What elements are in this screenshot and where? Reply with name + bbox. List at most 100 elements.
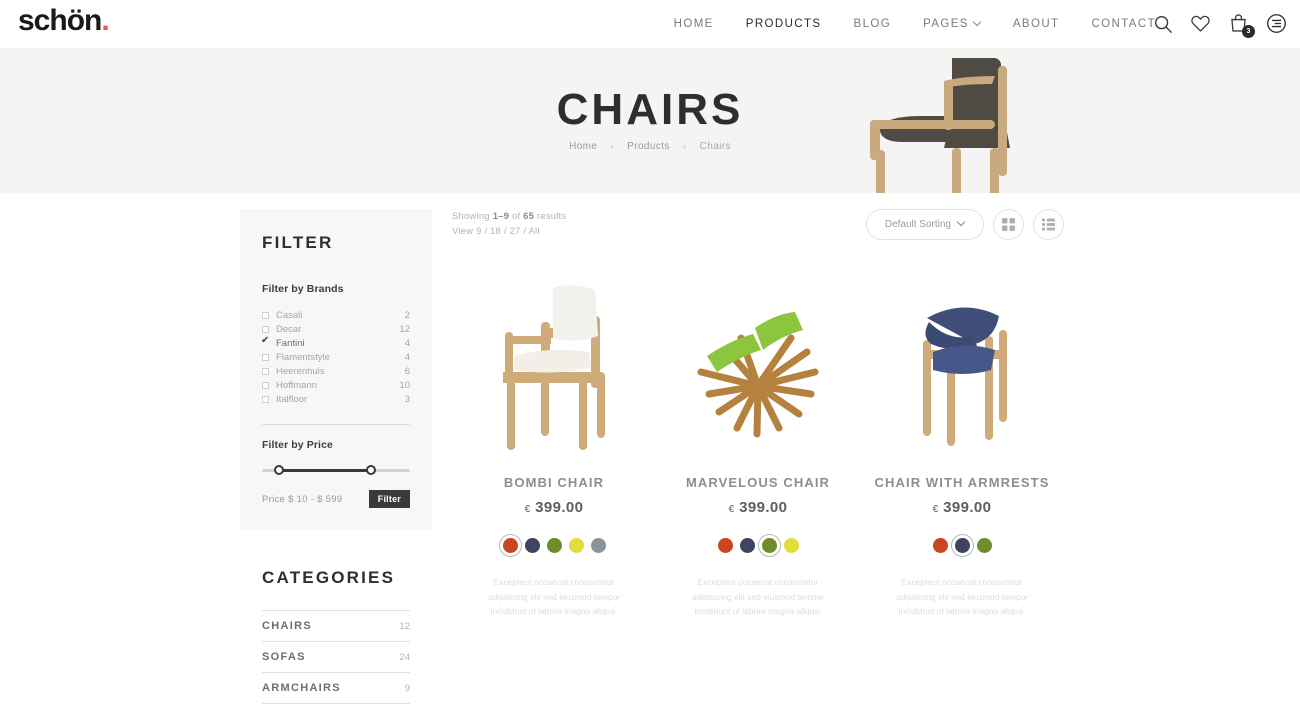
brand-filter-heerenhuis[interactable]: Heerenhuis 6 — [262, 364, 410, 378]
price-range-text: Price $ 10 - $ 599 — [262, 493, 343, 505]
brand-filter-casali[interactable]: Casali 2 — [262, 308, 410, 322]
brand-filter-italfloor[interactable]: Italfloor 3 — [262, 392, 410, 406]
results-mid: of — [509, 211, 524, 222]
brand-filter-fantini[interactable]: Fantini 4 — [261, 335, 410, 350]
product-name[interactable]: BOMBI CHAIR — [452, 475, 656, 490]
list-view-button[interactable] — [1033, 209, 1064, 240]
product-card-marvelous-chair[interactable]: MARVELOUS CHAIR € 399.00 Excepteur occae… — [656, 271, 860, 619]
breadcrumb-home[interactable]: Home — [569, 141, 597, 152]
filter-heading: FILTER — [262, 233, 334, 252]
wishlist-heart-icon[interactable] — [1190, 13, 1212, 35]
category-name: ARMCHAIRS — [262, 682, 341, 694]
breadcrumb-products[interactable]: Products — [627, 141, 670, 152]
brand-count: 3 — [404, 393, 410, 405]
checkbox-icon[interactable] — [262, 311, 269, 319]
header-icon-group: 3 — [1152, 0, 1288, 48]
brand-filter-decar[interactable]: Decar 12 — [262, 322, 410, 336]
checkbox-icon[interactable] — [262, 353, 269, 361]
color-swatch-red[interactable] — [498, 534, 522, 557]
breadcrumb-current: Chairs — [699, 141, 731, 152]
product-name[interactable]: CHAIR WITH ARMRESTS — [860, 475, 1064, 490]
grid-view-button[interactable] — [993, 209, 1024, 240]
category-count: 9 — [404, 682, 410, 694]
brand-name: Decar — [276, 323, 302, 335]
nav-item-pages[interactable]: PAGES — [907, 18, 997, 30]
breadcrumb-separator-2: › — [683, 141, 687, 151]
color-swatch-navy[interactable] — [739, 538, 755, 553]
product-color-swatches — [656, 534, 860, 557]
product-image-bombi-chair[interactable] — [452, 271, 656, 451]
color-swatch-olive[interactable] — [757, 534, 781, 557]
product-currency: € — [932, 504, 939, 515]
color-swatch-gray[interactable] — [590, 538, 606, 553]
checkbox-icon[interactable] — [262, 395, 269, 403]
chevron-down-icon — [958, 219, 965, 226]
site-logo[interactable]: schön. — [18, 4, 110, 38]
sort-dropdown[interactable]: Default Sorting — [865, 209, 984, 240]
product-color-swatches — [452, 534, 656, 557]
category-item-chairs[interactable]: CHAIRS 12 — [262, 610, 410, 641]
color-swatch-navy[interactable] — [950, 534, 974, 557]
sidebar: FILTER Filter by Brands Casali 2 Decar 1… — [240, 209, 432, 704]
results-suffix: results — [534, 211, 567, 222]
bombi-chair-photo — [503, 285, 605, 450]
product-currency: € — [728, 504, 735, 515]
brand-filter-flamentstyle[interactable]: Flamentstyle 4 — [262, 350, 410, 364]
checkbox-icon[interactable] — [262, 367, 269, 375]
nav-item-products[interactable]: PRODUCTS — [730, 18, 838, 30]
menu-circle-icon[interactable] — [1266, 13, 1288, 35]
product-description: Excepteur occaecat consectetur adipisici… — [691, 577, 825, 616]
product-image-marvelous-chair[interactable] — [656, 271, 860, 451]
category-item-armchairs[interactable]: ARMCHAIRS 9 — [262, 672, 410, 703]
results-total: 65 — [523, 211, 535, 222]
color-swatch-red[interactable] — [717, 538, 733, 553]
filter-brands-label: Filter by Brands — [262, 283, 344, 295]
slider-handle-min[interactable] — [274, 465, 284, 475]
color-swatch-red[interactable] — [932, 538, 948, 553]
color-swatch-navy[interactable] — [524, 538, 540, 553]
brand-name: Italfloor — [276, 393, 308, 405]
search-icon[interactable] — [1152, 13, 1174, 35]
product-name[interactable]: MARVELOUS CHAIR — [656, 475, 860, 490]
slider-fill — [276, 469, 374, 472]
breadcrumb: Home › Products › Chairs — [0, 141, 1300, 152]
price-filter-row: Price $ 10 - $ 599 Filter — [262, 490, 410, 508]
nav-item-about[interactable]: ABOUT — [997, 18, 1076, 30]
category-name: SOFAS — [262, 651, 306, 663]
product-currency: € — [524, 504, 531, 515]
nav-item-blog[interactable]: BLOG — [838, 18, 908, 30]
color-swatch-yellow[interactable] — [783, 538, 799, 553]
listing-tools: Default Sorting — [865, 209, 1064, 240]
product-image-chair-with-armrests[interactable] — [860, 271, 1064, 451]
product-card-chair-with-armrests[interactable]: CHAIR WITH ARMRESTS € 399.00 Excepteur o… — [860, 271, 1064, 619]
filter-button[interactable]: Filter — [368, 490, 410, 508]
categories-panel: CATEGORIES CHAIRS 12 SOFAS 24 ARMCHAIRS … — [240, 546, 432, 704]
site-header: schön. HOME PRODUCTS BLOG PAGES ABOUT CO… — [0, 0, 1300, 48]
color-swatch-olive[interactable] — [976, 538, 992, 553]
category-name: CHAIRS — [262, 620, 312, 632]
brand-count: 4 — [404, 351, 410, 363]
sort-dropdown-label: Default Sorting — [884, 219, 951, 230]
breadcrumb-separator-1: › — [610, 141, 614, 151]
slider-handle-max[interactable] — [366, 465, 376, 475]
price-range-slider[interactable] — [262, 464, 410, 476]
checkbox-icon[interactable] — [262, 325, 269, 333]
results-range: 1–9 — [492, 211, 510, 222]
product-price: € 399.00 — [860, 499, 1064, 516]
color-swatch-olive[interactable] — [546, 538, 562, 553]
product-card-bombi-chair[interactable]: BOMBI CHAIR € 399.00 Excepteur occaecat … — [452, 271, 656, 619]
page-title: CHAIRS — [556, 85, 744, 134]
checkbox-icon[interactable] — [262, 381, 269, 389]
marvelous-chair-photo — [697, 312, 819, 438]
brand-name: Heerenhuis — [276, 365, 325, 377]
brand-filter-hoffmann[interactable]: Hoffmann 10 — [262, 378, 410, 392]
product-grid: BOMBI CHAIR € 399.00 Excepteur occaecat … — [452, 271, 1064, 619]
color-swatch-yellow[interactable] — [568, 538, 584, 553]
brand-count: 2 — [404, 309, 410, 321]
checkbox-checked-icon[interactable] — [261, 335, 269, 347]
category-item-sofas[interactable]: SOFAS 24 — [262, 641, 410, 672]
brand-count: 10 — [399, 379, 410, 391]
list-view-icon — [1042, 218, 1055, 231]
cart-bag-icon[interactable]: 3 — [1228, 13, 1255, 38]
nav-item-home[interactable]: HOME — [658, 18, 730, 30]
